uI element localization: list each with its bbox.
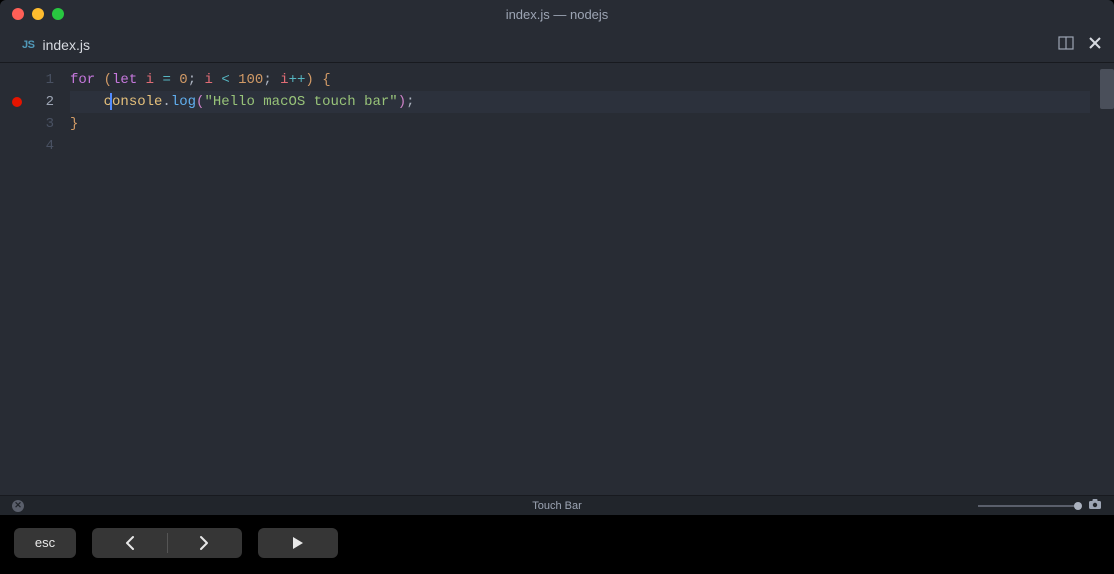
gutter[interactable]: 1 2 3 4 (0, 63, 70, 495)
touchbar-back-button[interactable] (92, 535, 167, 551)
code-line-4[interactable] (70, 135, 1114, 157)
camera-icon[interactable] (1088, 498, 1102, 513)
close-touchbar-icon[interactable]: ✕ (12, 500, 24, 512)
scrollbar-thumb[interactable] (1100, 69, 1114, 109)
code-line-1[interactable]: for (let i = 0; i < 100; i++) { (70, 69, 1114, 91)
tab-actions (1058, 35, 1102, 56)
tab-filename: index.js (42, 37, 89, 53)
text-cursor (110, 93, 112, 110)
touchbar-esc-button[interactable]: esc (14, 528, 76, 558)
touchbar-forward-button[interactable] (168, 535, 243, 551)
maximize-window-icon[interactable] (52, 8, 64, 20)
code-editor[interactable]: 1 2 3 4 for (let i = 0; i < 100; i++) { … (0, 63, 1114, 495)
titlebar[interactable]: index.js — nodejs (0, 0, 1114, 28)
code-line-3[interactable]: } (70, 113, 1114, 135)
window-title: index.js — nodejs (506, 7, 609, 22)
code-area[interactable]: for (let i = 0; i < 100; i++) { console.… (70, 63, 1114, 495)
close-tab-icon[interactable] (1088, 36, 1102, 55)
traffic-lights (12, 8, 64, 20)
tab-index-js[interactable]: JS index.js (12, 31, 100, 59)
slider-thumb[interactable] (1074, 502, 1082, 510)
minimize-window-icon[interactable] (32, 8, 44, 20)
touchbar: esc (0, 515, 1114, 570)
breakpoint-icon[interactable] (12, 97, 22, 107)
split-editor-icon[interactable] (1058, 35, 1074, 56)
tab-bar: JS index.js (0, 28, 1114, 63)
line-number: 2 (46, 91, 54, 113)
line-number: 1 (46, 69, 54, 91)
touchbar-nav-group (92, 528, 242, 558)
javascript-file-icon: JS (22, 39, 34, 51)
close-window-icon[interactable] (12, 8, 24, 20)
touchbar-header: ✕ Touch Bar (0, 495, 1114, 515)
slider-track[interactable] (978, 505, 1078, 507)
touchbar-play-button[interactable] (258, 528, 338, 558)
code-line-2[interactable]: console.log("Hello macOS touch bar"); (70, 91, 1090, 113)
touchbar-label: Touch Bar (532, 500, 582, 512)
editor-window: index.js — nodejs JS index.js 1 2 3 (0, 0, 1114, 495)
line-number: 4 (46, 135, 54, 157)
line-number: 3 (46, 113, 54, 135)
touchbar-slider[interactable] (978, 498, 1102, 513)
